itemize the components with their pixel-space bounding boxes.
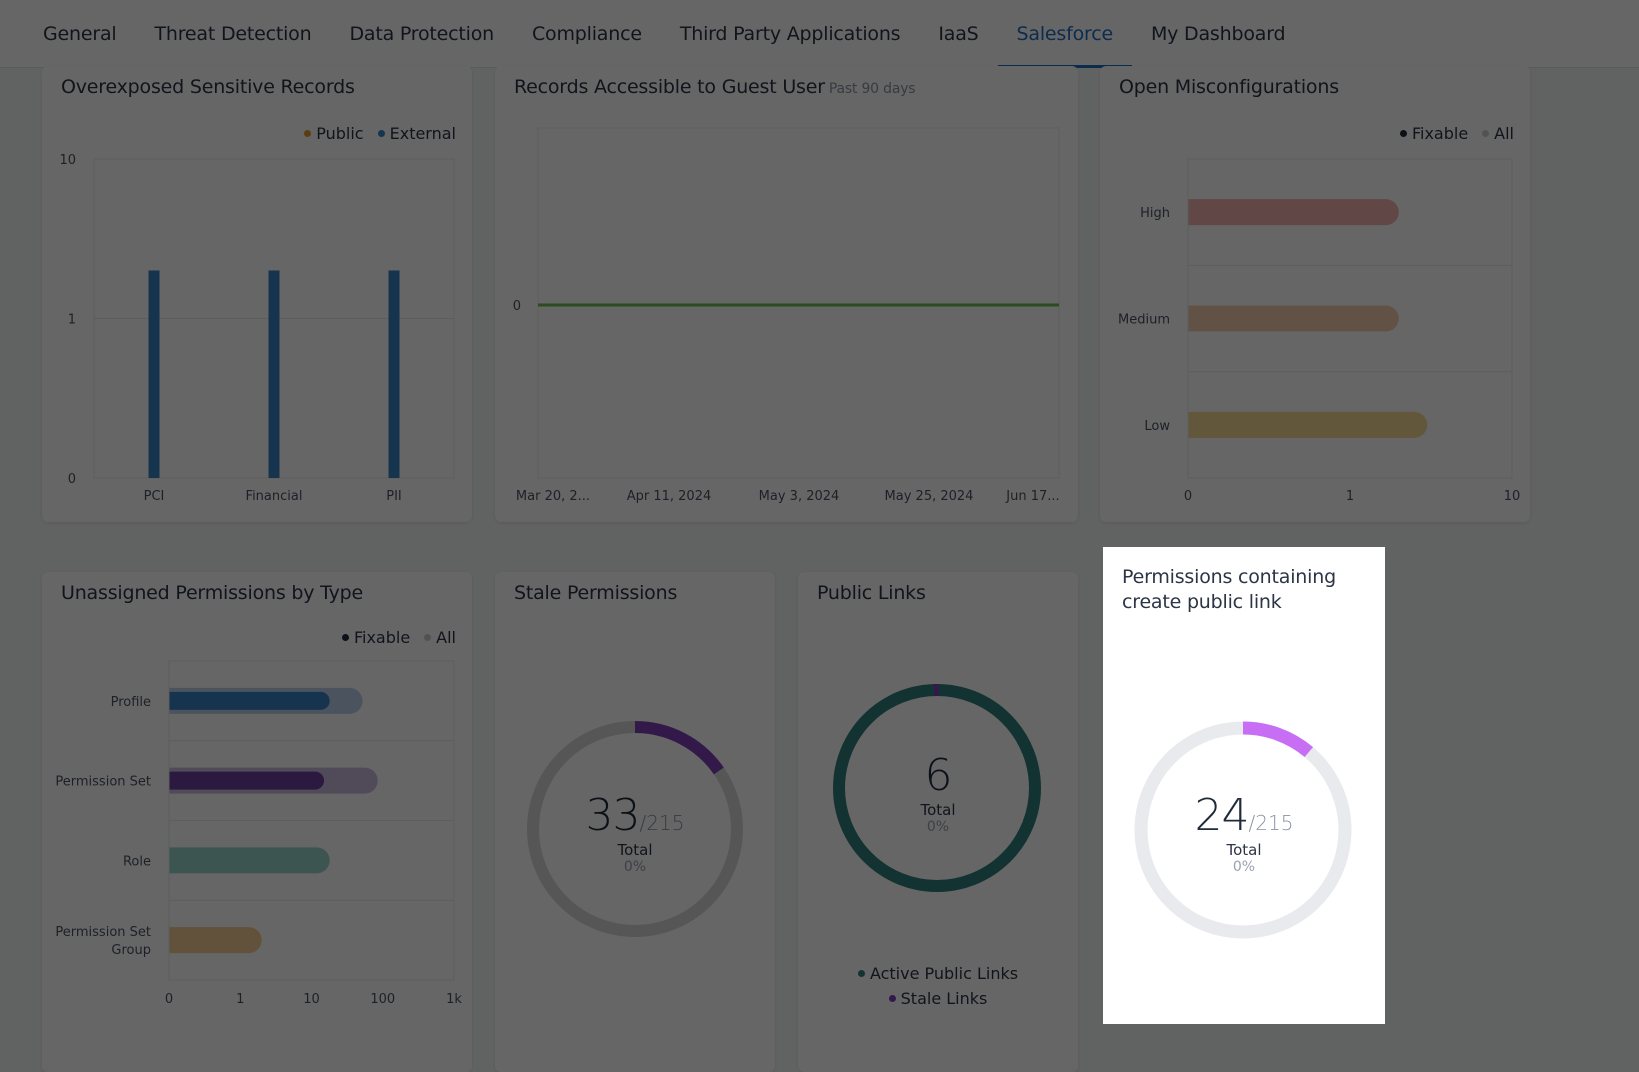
donut-center: 24/215 Total 0% — [1103, 790, 1385, 875]
modal-overlay[interactable] — [0, 0, 1639, 1072]
card-permissions-create-public-link[interactable]: Permissions containing create public lin… — [1103, 547, 1385, 1024]
donut-value: 24 — [1194, 790, 1250, 841]
donut-percent: 0% — [1232, 859, 1256, 875]
donut-total-label: Total — [1226, 841, 1262, 859]
create-public-link-donut — [1134, 721, 1352, 939]
donut-total: /215 — [1248, 811, 1294, 835]
